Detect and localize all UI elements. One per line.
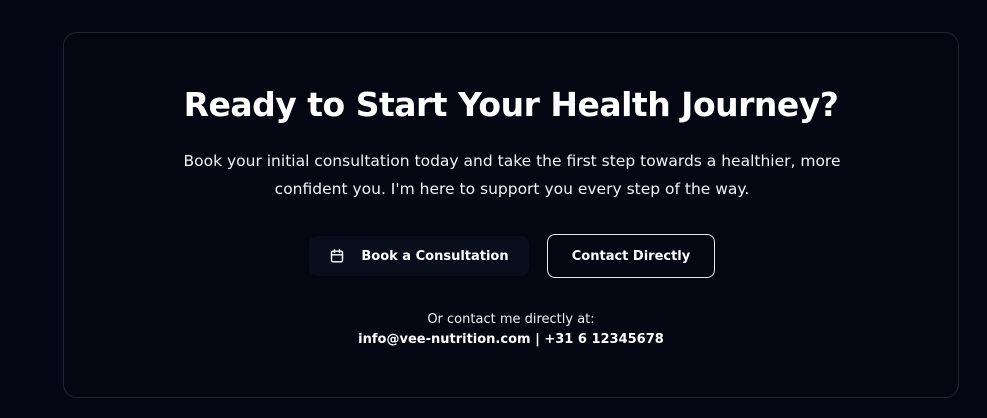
cta-title: Ready to Start Your Health Journey? (183, 85, 839, 124)
calendar-icon (329, 248, 345, 264)
contact-directly-button[interactable]: Contact Directly (547, 234, 715, 278)
contact-lead-text: Or contact me directly at: (427, 312, 595, 327)
cta-card: Ready to Start Your Health Journey? Book… (63, 32, 959, 398)
cta-buttons: Book a Consultation Contact Directly (64, 234, 958, 278)
book-consultation-button[interactable]: Book a Consultation (309, 236, 529, 276)
phone-link[interactable]: +31 6 12345678 (544, 332, 663, 347)
email-link[interactable]: info@vee-nutrition.com (358, 332, 530, 347)
contact-separator: | (530, 332, 545, 347)
contact-details: info@vee-nutrition.com | +31 6 12345678 (64, 331, 958, 349)
book-consultation-label: Book a Consultation (361, 248, 509, 264)
cta-subtitle: Book your initial consultation today and… (183, 152, 841, 198)
page: Ready to Start Your Health Journey? Book… (0, 0, 987, 418)
